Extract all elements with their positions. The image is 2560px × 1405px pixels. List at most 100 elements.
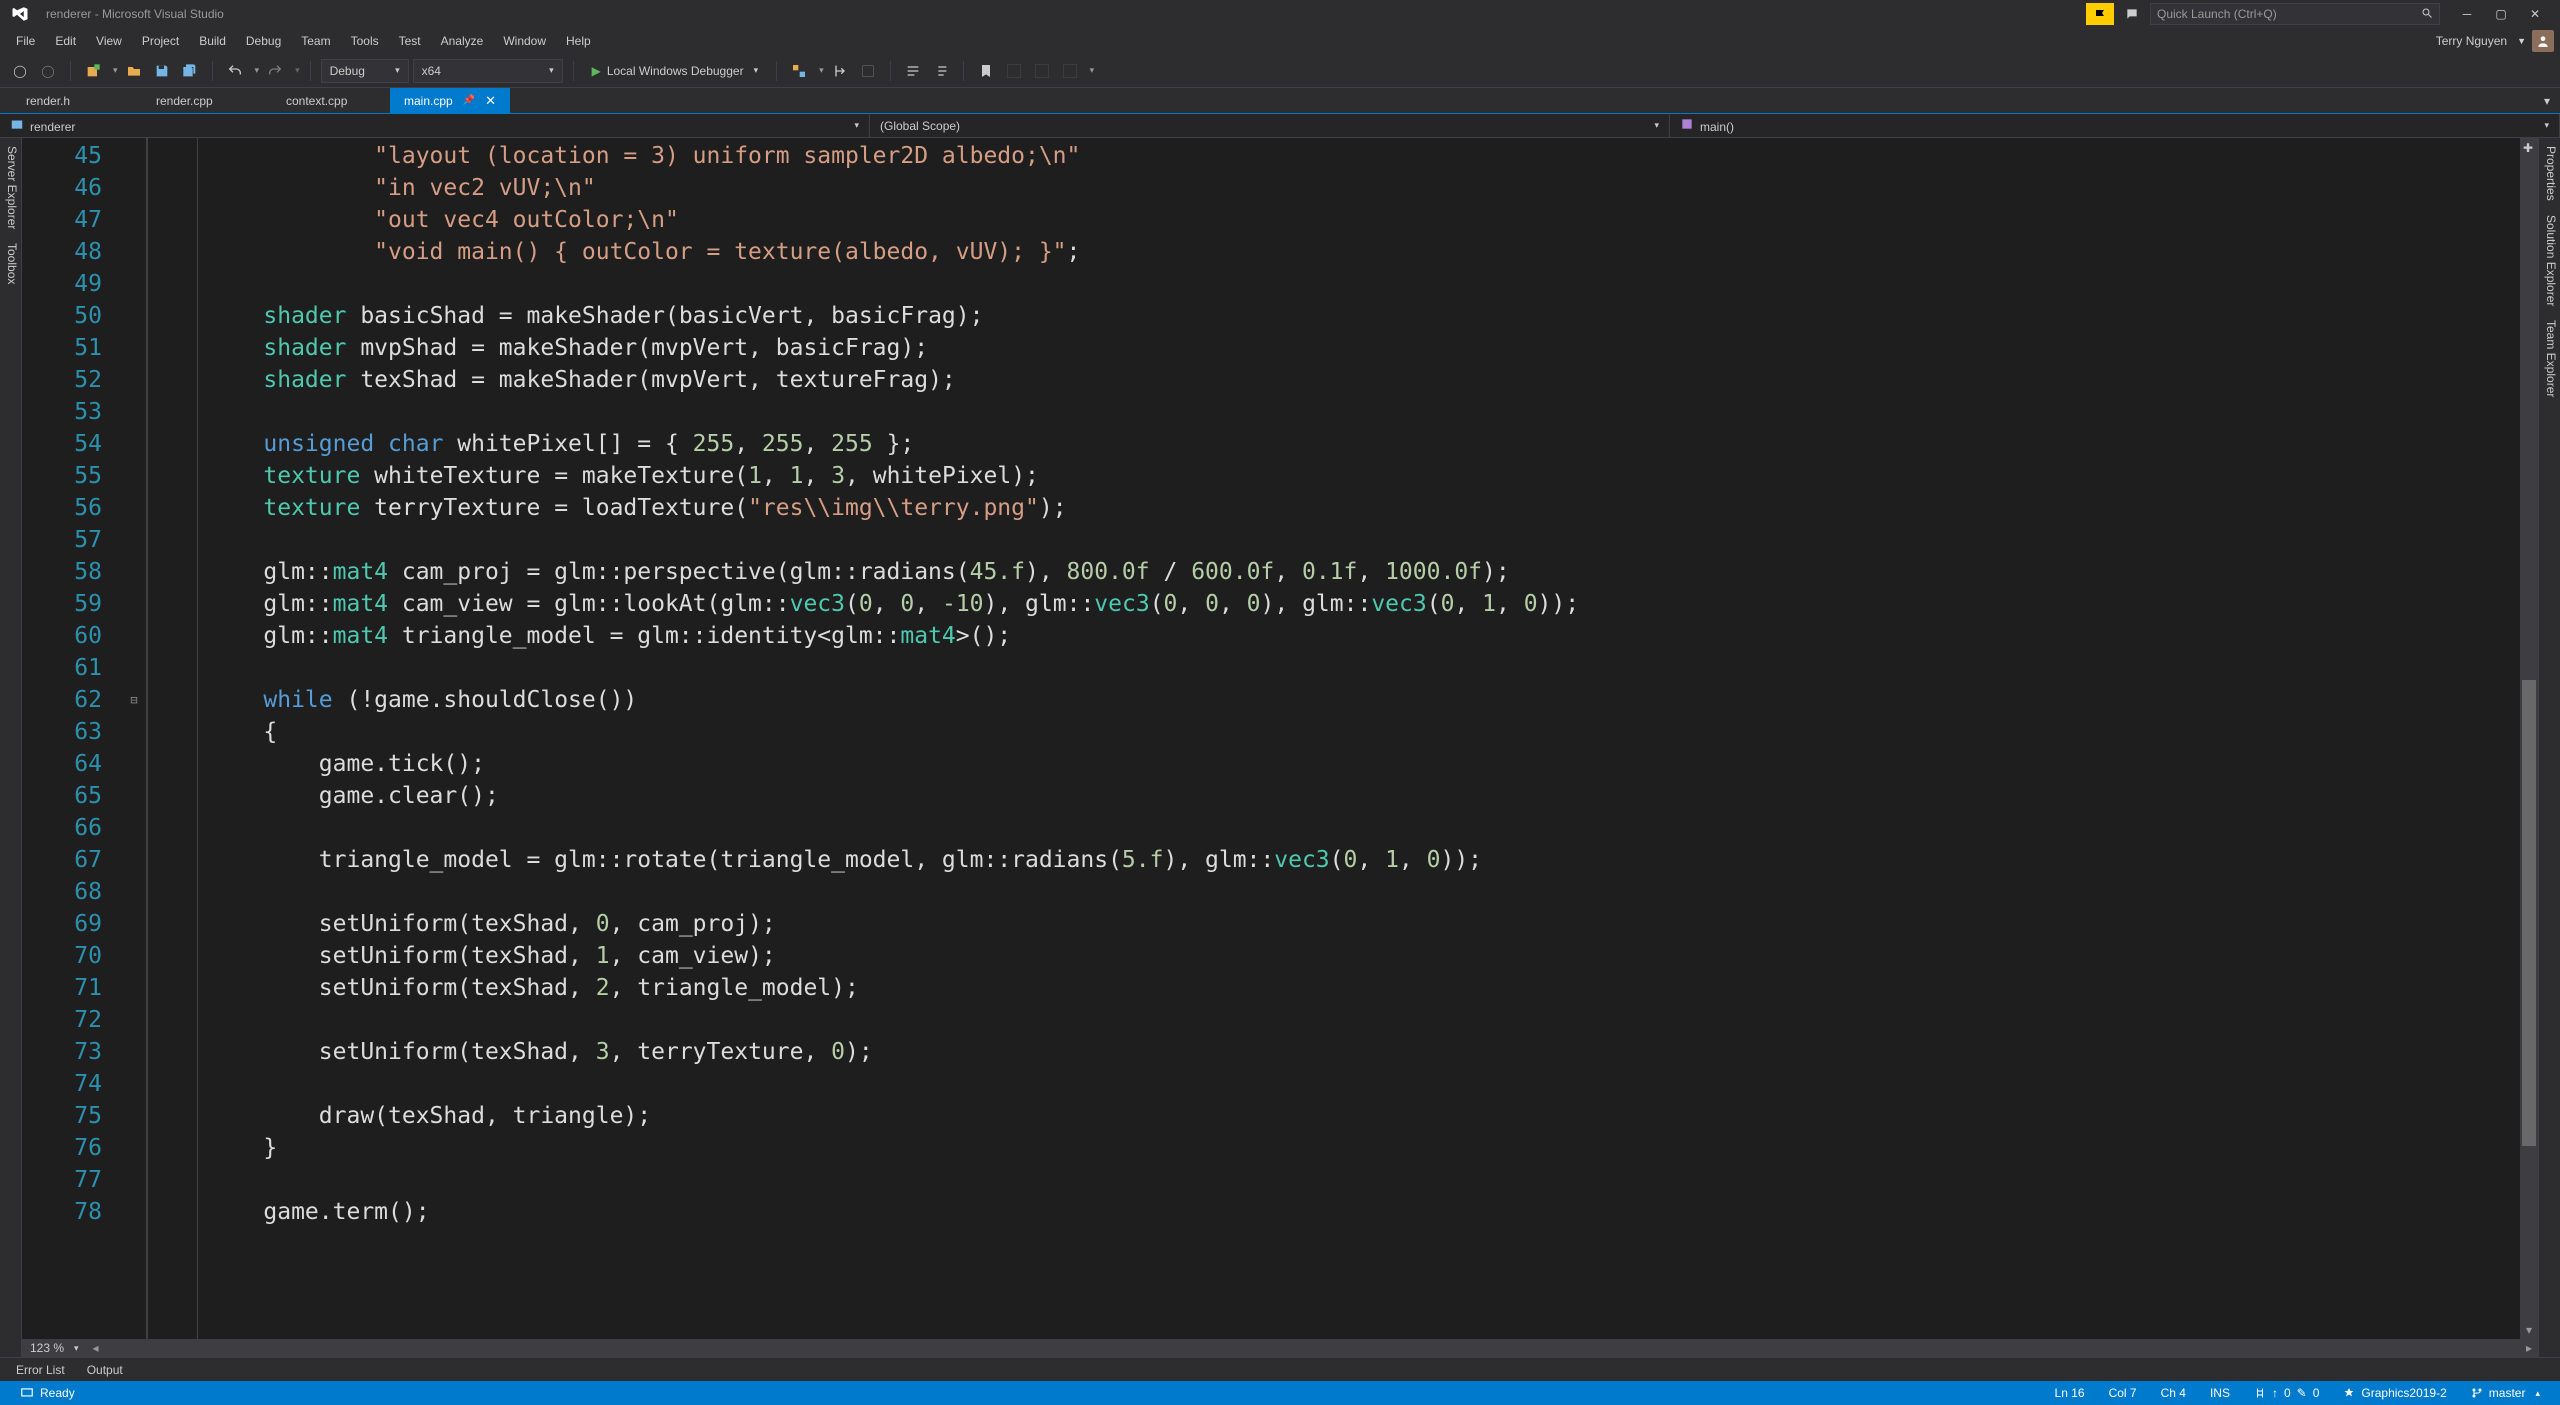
chevron-down-icon[interactable]: ▾ xyxy=(113,65,118,76)
code-line[interactable]: setUniform(texShad, 2, triangle_model); xyxy=(208,972,2538,1004)
menu-file[interactable]: File xyxy=(6,30,45,52)
toolbar-icon[interactable] xyxy=(1030,59,1054,83)
code-line[interactable]: glm::mat4 triangle_model = glm::identity… xyxy=(208,620,2538,652)
status-line[interactable]: Ln 16 xyxy=(2043,1386,2097,1400)
menu-project[interactable]: Project xyxy=(132,30,189,52)
code-line[interactable] xyxy=(208,1004,2538,1036)
pin-icon[interactable]: 📌 xyxy=(463,95,475,106)
scroll-down-icon[interactable]: ▾ xyxy=(2520,1321,2538,1339)
menu-edit[interactable]: Edit xyxy=(45,30,86,52)
code-line[interactable]: "out vec4 outColor;\n" xyxy=(208,204,2538,236)
menu-build[interactable]: Build xyxy=(189,30,236,52)
bookmark-button[interactable] xyxy=(974,59,998,83)
avatar[interactable] xyxy=(2532,30,2554,52)
bottom-tab-output[interactable]: Output xyxy=(77,1360,133,1380)
code-line[interactable]: } xyxy=(208,1132,2538,1164)
redo-button[interactable] xyxy=(263,59,287,83)
code-line[interactable]: texture terryTexture = loadTexture("res\… xyxy=(208,492,2538,524)
code-line[interactable]: while (!game.shouldClose()) xyxy=(208,684,2538,716)
user-name[interactable]: Terry Nguyen xyxy=(2436,34,2513,48)
code-line[interactable]: "layout (location = 3) uniform sampler2D… xyxy=(208,140,2538,172)
toolbar-icon[interactable] xyxy=(1058,59,1082,83)
tab-render-h[interactable]: render.h xyxy=(0,88,130,113)
code-line[interactable]: "in vec2 vUV;\n" xyxy=(208,172,2538,204)
status-branch[interactable]: master ▴ xyxy=(2459,1386,2552,1400)
code-line[interactable]: shader texShad = makeShader(mvpVert, tex… xyxy=(208,364,2538,396)
feedback-icon[interactable] xyxy=(2118,3,2146,25)
code-line[interactable]: glm::mat4 cam_proj = glm::perspective(gl… xyxy=(208,556,2538,588)
tab-main-cpp[interactable]: main.cpp📌✕ xyxy=(390,88,511,113)
toolbar-icon[interactable] xyxy=(787,59,811,83)
minimize-button[interactable]: ─ xyxy=(2450,3,2484,25)
save-button[interactable] xyxy=(150,59,174,83)
code-content[interactable]: "layout (location = 3) uniform sampler2D… xyxy=(208,138,2538,1339)
code-line[interactable]: game.term(); xyxy=(208,1196,2538,1228)
code-line[interactable]: shader mvpShad = makeShader(mvpVert, bas… xyxy=(208,332,2538,364)
zoom-dropdown[interactable]: 123 %▾ xyxy=(22,1341,87,1355)
status-pending-changes[interactable]: ↑0 ✎0 xyxy=(2242,1386,2331,1400)
code-line[interactable]: unsigned char whitePixel[] = { 255, 255,… xyxy=(208,428,2538,460)
undo-button[interactable] xyxy=(223,59,247,83)
sidebar-tab-toolbox[interactable]: Toolbox xyxy=(2,243,19,284)
toolbar-icon[interactable] xyxy=(856,59,880,83)
code-line[interactable] xyxy=(208,268,2538,300)
open-file-button[interactable] xyxy=(122,59,146,83)
scrollbar-thumb[interactable] xyxy=(2522,680,2536,1146)
code-line[interactable] xyxy=(208,1164,2538,1196)
function-dropdown[interactable]: main() ▾ xyxy=(1670,114,2560,137)
quick-launch-input[interactable]: Quick Launch (Ctrl+Q) xyxy=(2150,3,2440,25)
code-line[interactable]: setUniform(texShad, 1, cam_view); xyxy=(208,940,2538,972)
notification-flag-icon[interactable] xyxy=(2086,3,2114,25)
chevron-down-icon[interactable]: ▾ xyxy=(819,65,824,76)
code-line[interactable] xyxy=(208,1068,2538,1100)
menu-debug[interactable]: Debug xyxy=(236,30,291,52)
code-line[interactable]: glm::mat4 cam_view = glm::lookAt(glm::ve… xyxy=(208,588,2538,620)
code-line[interactable]: triangle_model = glm::rotate(triangle_mo… xyxy=(208,844,2538,876)
code-editor[interactable]: ✚ 45464748495051525354555657585960616263… xyxy=(22,138,2538,1357)
solution-platform-dropdown[interactable]: x64▾ xyxy=(413,59,563,83)
comment-button[interactable] xyxy=(901,59,925,83)
code-line[interactable]: texture whiteTexture = makeTexture(1, 1,… xyxy=(208,460,2538,492)
save-all-button[interactable] xyxy=(178,59,202,83)
code-line[interactable]: game.tick(); xyxy=(208,748,2538,780)
status-repo[interactable]: Graphics2019-2 xyxy=(2331,1386,2458,1400)
scope-dropdown[interactable]: (Global Scope) ▾ xyxy=(870,114,1670,137)
menu-window[interactable]: Window xyxy=(493,30,556,52)
status-ins[interactable]: INS xyxy=(2198,1386,2242,1400)
code-line[interactable] xyxy=(208,652,2538,684)
close-icon[interactable]: ✕ xyxy=(485,93,496,109)
toolbar-icon[interactable] xyxy=(1002,59,1026,83)
code-line[interactable] xyxy=(208,396,2538,428)
split-editor-button[interactable]: ✚ xyxy=(2520,140,2536,156)
menu-view[interactable]: View xyxy=(86,30,132,52)
nav-back-button[interactable]: ◯ xyxy=(8,59,32,83)
toolbar-icon[interactable] xyxy=(828,59,852,83)
menu-analyze[interactable]: Analyze xyxy=(431,30,494,52)
chevron-down-icon[interactable]: ▾ xyxy=(295,65,300,76)
tab-render-cpp[interactable]: render.cpp xyxy=(130,88,260,113)
uncomment-button[interactable] xyxy=(929,59,953,83)
menu-team[interactable]: Team xyxy=(291,30,340,52)
nav-forward-button[interactable]: ◯ xyxy=(36,59,60,83)
status-char[interactable]: Ch 4 xyxy=(2149,1386,2198,1400)
project-dropdown[interactable]: renderer ▾ xyxy=(0,114,870,137)
sidebar-tab-solution-explorer[interactable]: Solution Explorer xyxy=(2541,215,2558,306)
vertical-scrollbar[interactable]: ▴ ▾ xyxy=(2520,138,2538,1339)
menu-help[interactable]: Help xyxy=(556,30,601,52)
menu-tools[interactable]: Tools xyxy=(341,30,389,52)
tab-context-cpp[interactable]: context.cpp xyxy=(260,88,390,113)
new-project-button[interactable] xyxy=(81,59,105,83)
sidebar-tab-properties[interactable]: Properties xyxy=(2541,146,2558,201)
bottom-tab-error-list[interactable]: Error List xyxy=(6,1360,75,1380)
code-line[interactable] xyxy=(208,812,2538,844)
code-line[interactable]: shader basicShad = makeShader(basicVert,… xyxy=(208,300,2538,332)
code-line[interactable]: game.clear(); xyxy=(208,780,2538,812)
code-line[interactable] xyxy=(208,876,2538,908)
code-line[interactable] xyxy=(208,524,2538,556)
start-debugging-button[interactable]: ▶ Local Windows Debugger ▾ xyxy=(584,59,767,83)
chevron-down-icon[interactable]: ▾ xyxy=(1090,65,1095,76)
menu-test[interactable]: Test xyxy=(389,30,431,52)
code-line[interactable]: draw(texShad, triangle); xyxy=(208,1100,2538,1132)
code-line[interactable]: { xyxy=(208,716,2538,748)
sidebar-tab-server-explorer[interactable]: Server Explorer xyxy=(2,146,19,229)
